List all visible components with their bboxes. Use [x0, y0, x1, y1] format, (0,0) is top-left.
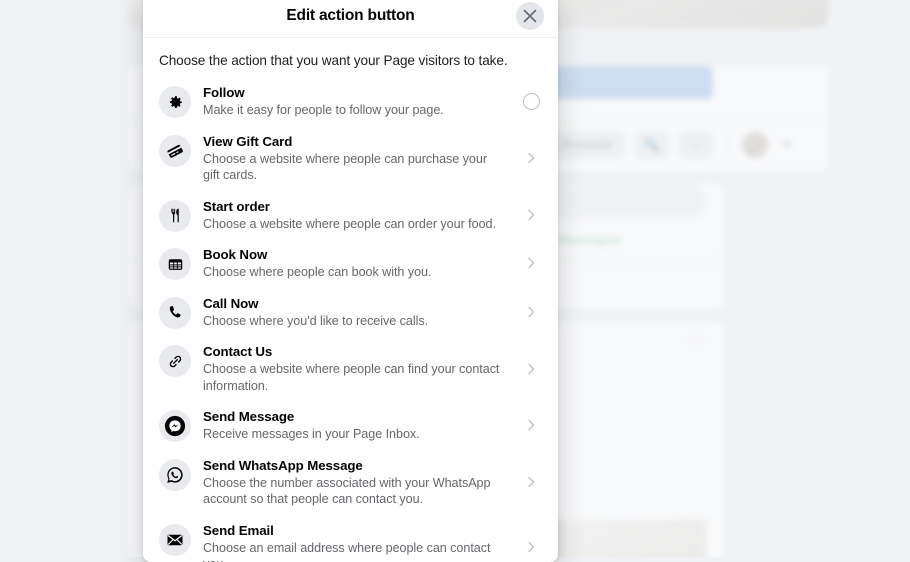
action-option-title: Contact Us [203, 343, 502, 360]
radio-icon[interactable] [523, 93, 540, 110]
action-option-contact-us[interactable]: Contact UsChoose a website where people … [151, 336, 550, 401]
cutlery-icon [159, 200, 191, 232]
action-option-description: Choose where you'd like to receive calls… [203, 313, 502, 330]
action-option-description: Choose where people can book with you. [203, 264, 502, 281]
action-option-title: Follow [203, 84, 502, 101]
chevron-right-icon[interactable] [520, 257, 542, 269]
gear-icon [159, 86, 191, 118]
chevron-down-icon[interactable] [782, 142, 792, 148]
promote-label: Promote [562, 138, 613, 152]
chevron-right-icon[interactable] [520, 152, 542, 164]
phone-icon [159, 297, 191, 329]
action-option-text: Call NowChoose where you'd like to recei… [203, 295, 508, 330]
action-option-text: Send MessageReceive messages in your Pag… [203, 408, 508, 443]
action-option-title: Send WhatsApp Message [203, 457, 502, 474]
action-option-send-email[interactable]: Send EmailChoose an email address where … [151, 515, 550, 562]
action-option-call-now[interactable]: Call NowChoose where you'd like to recei… [151, 288, 550, 337]
action-option-title: Send Message [203, 408, 502, 425]
whatsapp-icon [159, 459, 191, 491]
chevron-right-icon[interactable] [520, 363, 542, 375]
edit-action-button-dialog: Edit action button Choose the action tha… [143, 0, 558, 562]
ellipsis-icon: ⋯ [690, 138, 703, 153]
search-icon: 🔍 [644, 138, 660, 153]
action-option-description: Receive messages in your Page Inbox. [203, 426, 502, 443]
search-button[interactable]: 🔍 [635, 131, 669, 159]
action-option-book-now[interactable]: Book NowChoose where people can book wit… [151, 239, 550, 288]
action-option-send-message[interactable]: Send MessageReceive messages in your Pag… [151, 401, 550, 450]
action-option-text: Send EmailChoose an email address where … [203, 522, 508, 562]
action-option-radio[interactable] [520, 93, 542, 110]
envelope-icon [159, 524, 191, 556]
close-icon[interactable] [516, 2, 544, 30]
action-option-send-whatsapp-message[interactable]: Send WhatsApp MessageChoose the number a… [151, 450, 550, 515]
divider [727, 134, 728, 156]
action-option-title: View Gift Card [203, 133, 502, 150]
gift-card-icon [159, 135, 191, 167]
action-option-text: Start orderChoose a website where people… [203, 198, 508, 233]
dialog-intro-text: Choose the action that you want your Pag… [143, 38, 558, 77]
dialog-body: Choose the action that you want your Pag… [143, 38, 558, 562]
post-menu-button[interactable]: ⋯ [688, 336, 706, 346]
post-photo[interactable] [568, 520, 706, 557]
chevron-right-icon[interactable] [520, 306, 542, 318]
action-option-list: FollowMake it easy for people to follow … [143, 77, 558, 562]
action-option-title: Book Now [203, 246, 502, 263]
more-options-button[interactable]: ⋯ [679, 131, 713, 159]
dialog-title: Edit action button [286, 7, 414, 25]
chevron-right-icon[interactable] [520, 476, 542, 488]
action-option-title: Send Email [203, 522, 502, 539]
link-icon [159, 345, 191, 377]
chevron-right-icon[interactable] [520, 419, 542, 431]
action-option-start-order[interactable]: Start orderChoose a website where people… [151, 191, 550, 240]
action-option-text: Contact UsChoose a website where people … [203, 343, 508, 394]
chevron-right-icon[interactable] [520, 541, 542, 553]
action-option-follow[interactable]: FollowMake it easy for people to follow … [151, 77, 550, 126]
action-option-description: Choose the number associated with your W… [203, 475, 502, 508]
action-option-description: Choose a website where people can find y… [203, 361, 502, 394]
action-option-text: Book NowChoose where people can book wit… [203, 246, 508, 281]
calendar-grid-icon [159, 248, 191, 280]
action-option-description: Choose a website where people can order … [203, 216, 502, 233]
action-option-text: View Gift CardChoose a website where peo… [203, 133, 508, 184]
action-option-description: Make it easy for people to follow your p… [203, 102, 502, 119]
action-option-text: Send WhatsApp MessageChoose the number a… [203, 457, 508, 508]
action-option-description: Choose an email address where people can… [203, 540, 502, 562]
action-option-text: FollowMake it easy for people to follow … [203, 84, 508, 119]
avatar[interactable] [742, 132, 768, 158]
action-option-title: Start order [203, 198, 502, 215]
action-option-view-gift-card[interactable]: View Gift CardChoose a website where peo… [151, 126, 550, 191]
action-option-title: Call Now [203, 295, 502, 312]
messenger-icon [159, 410, 191, 442]
dialog-header: Edit action button [143, 0, 558, 38]
chevron-right-icon[interactable] [520, 209, 542, 221]
action-option-description: Choose a website where people can purcha… [203, 151, 502, 184]
